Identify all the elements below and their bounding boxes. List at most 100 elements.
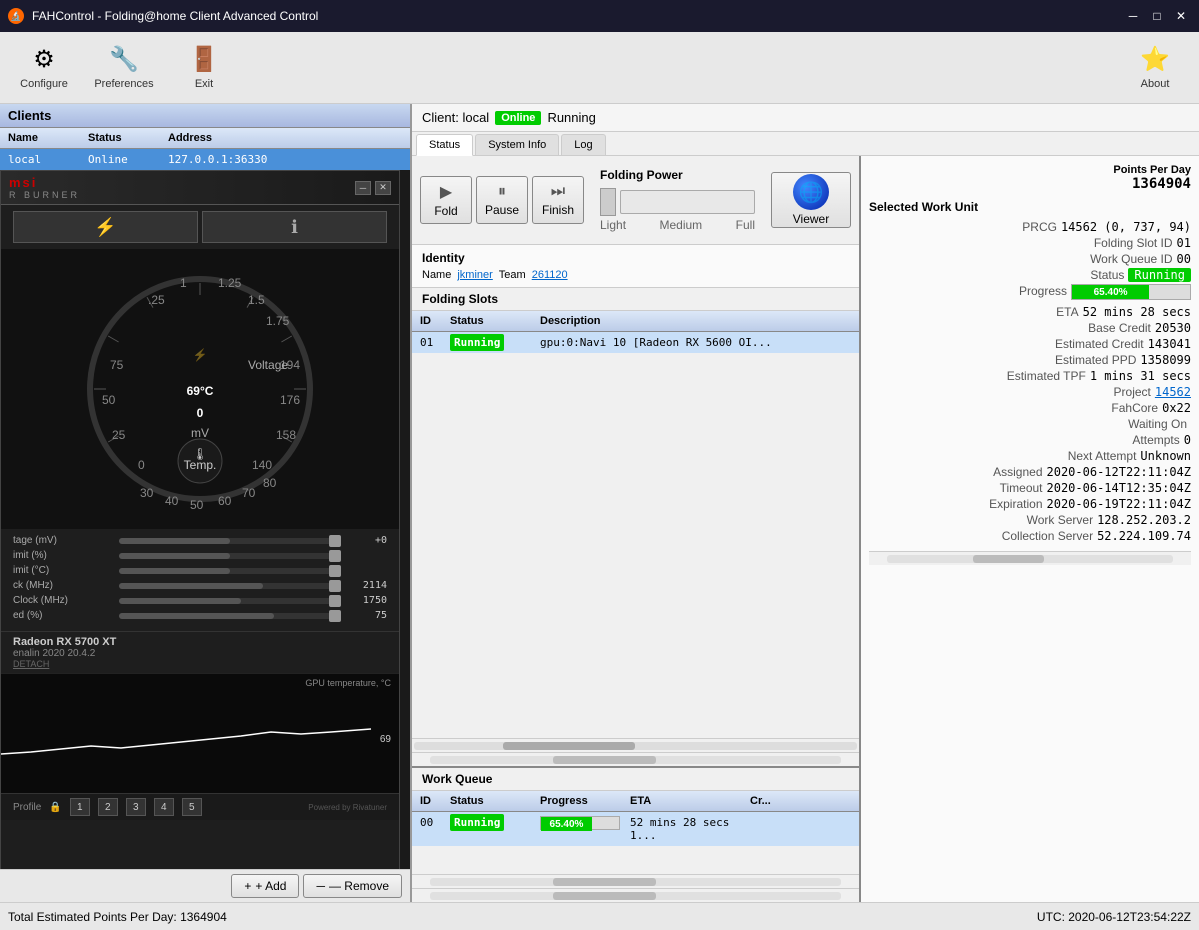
- label-waiting-on: Waiting On: [1067, 417, 1187, 431]
- add-button[interactable]: + + Add: [231, 874, 299, 898]
- tab-system-info[interactable]: System Info: [475, 134, 559, 155]
- pause-button[interactable]: ⏸ Pause: [476, 176, 528, 224]
- window-controls: ─ □ ✕: [1123, 6, 1191, 26]
- msi-close[interactable]: ✕: [375, 181, 391, 195]
- msi-slider-voltage-track[interactable]: [119, 538, 341, 544]
- msi-gauge-svg: ⚡ 75 50 25 0 194 176 158 140 .25 1 1.25: [80, 269, 320, 509]
- preferences-button[interactable]: 🔧 Preferences: [84, 36, 164, 100]
- msi-chart-label: GPU temperature, °C: [305, 678, 391, 688]
- detail-project: Project 14562: [869, 385, 1191, 399]
- wq-row[interactable]: 00 Running 65.40% 52 mins 28 secs 1...: [412, 812, 859, 846]
- msi-slider-memclock: Clock (MHz) 1750: [13, 595, 387, 606]
- msi-profile-2[interactable]: 2: [98, 798, 118, 816]
- col-address: Address: [164, 130, 406, 146]
- msi-slider-memclock-value: 1750: [347, 595, 387, 606]
- msi-info-btn[interactable]: ℹ: [202, 211, 387, 243]
- client-header-label: Client: local: [422, 110, 489, 125]
- detail-fahcore: FahCore 0x22: [869, 401, 1191, 415]
- msi-detach-link[interactable]: DETACH: [13, 659, 387, 669]
- remove-button[interactable]: ─ — Remove: [303, 874, 402, 898]
- msi-profile-4[interactable]: 4: [154, 798, 174, 816]
- maximize-button[interactable]: □: [1147, 6, 1167, 26]
- svg-text:50: 50: [102, 393, 116, 407]
- slots-scrollbar[interactable]: [412, 738, 859, 752]
- msi-profile-label: Profile: [13, 802, 41, 813]
- pause-label: Pause: [485, 203, 519, 217]
- msi-minimize[interactable]: ─: [355, 181, 371, 195]
- label-status: Status: [1004, 268, 1124, 282]
- msi-profile-5[interactable]: 5: [182, 798, 202, 816]
- power-slider[interactable]: [620, 190, 755, 214]
- col-name: Name: [4, 130, 84, 146]
- svg-text:.25: .25: [148, 293, 165, 307]
- points-per-day: Points Per Day 1364904: [869, 164, 1191, 192]
- svg-text:50: 50: [190, 498, 204, 509]
- msi-slider-powerlimit-track[interactable]: [119, 553, 341, 559]
- msi-slider-templimit: imit (°C): [13, 565, 387, 576]
- finish-icon: ⏭: [551, 183, 565, 201]
- viewer-globe-icon: 🌐: [793, 174, 829, 210]
- bottom-scrollbar[interactable]: [412, 888, 859, 902]
- msi-profile-3[interactable]: 3: [126, 798, 146, 816]
- pause-icon: ⏸: [498, 183, 506, 201]
- msi-slider-coreclock-track[interactable]: [119, 583, 341, 589]
- tab-status[interactable]: Status: [416, 134, 473, 156]
- value-folding-slot-id: 01: [1177, 236, 1191, 250]
- slot-row[interactable]: 01 Running gpu:0:Navi 10 [Radeon RX 5600…: [412, 332, 859, 353]
- msi-slider-memclock-label: Clock (MHz): [13, 595, 113, 606]
- configure-button[interactable]: ⚙ Configure: [4, 36, 84, 100]
- msi-slider-memclock-track[interactable]: [119, 598, 341, 604]
- titlebar: 🔬 FAHControl - Folding@home Client Advan…: [0, 0, 1199, 32]
- clients-header: Clients: [0, 104, 410, 128]
- msi-profile-bar: Profile 🔒 1 2 3 4 5 Powered by Rivatuner: [1, 793, 399, 820]
- tab-log[interactable]: Log: [561, 134, 605, 155]
- minimize-button[interactable]: ─: [1123, 6, 1143, 26]
- client-status: Online: [84, 151, 164, 168]
- msi-slider-fanspeed-track[interactable]: [119, 613, 341, 619]
- slots-col-id: ID: [416, 313, 446, 329]
- exit-button[interactable]: 🚪 Exit: [164, 36, 244, 100]
- about-icon: ⭐: [1140, 45, 1170, 74]
- msi-slider-templimit-track[interactable]: [119, 568, 341, 574]
- main-container: Clients Name Status Address local Online…: [0, 104, 1199, 902]
- finish-button[interactable]: ⏭ Finish: [532, 176, 584, 224]
- msi-chart: GPU temperature, °C 69: [1, 673, 399, 793]
- work-queue-title: Work Queue: [412, 768, 859, 791]
- wq-col-id: ID: [416, 793, 446, 809]
- add-label: + Add: [255, 879, 286, 893]
- label-project: Project: [1031, 385, 1151, 399]
- power-slider-thumb[interactable]: [600, 188, 616, 216]
- wq-col-eta: ETA: [626, 793, 746, 809]
- msi-slider-coreclock-label: ck (MHz): [13, 580, 113, 591]
- label-attempts: Attempts: [1060, 433, 1180, 447]
- viewer-button[interactable]: 🌐 Viewer: [771, 172, 851, 228]
- value-base-credit: 20530: [1155, 321, 1191, 335]
- power-label-medium: Medium: [660, 218, 703, 232]
- value-project[interactable]: 14562: [1155, 385, 1191, 399]
- close-button[interactable]: ✕: [1171, 6, 1191, 26]
- label-eta: ETA: [959, 305, 1079, 319]
- value-attempts: 0: [1184, 433, 1191, 447]
- msi-power-btn[interactable]: ⚡: [13, 211, 198, 243]
- identity-team-value[interactable]: 261120: [532, 269, 568, 281]
- add-icon: +: [244, 879, 251, 893]
- detail-work-server: Work Server 128.252.203.2: [869, 513, 1191, 527]
- client-row[interactable]: local Online 127.0.0.1:36330: [0, 149, 410, 170]
- detail-collection-server: Collection Server 52.224.109.74: [869, 529, 1191, 543]
- identity-name-value[interactable]: jkminer: [457, 269, 492, 281]
- slots-scrollbar-h[interactable]: [412, 752, 859, 766]
- msi-overlay: msi R BURNER ─ ✕ ⚡ ℹ: [0, 170, 410, 869]
- client-address: 127.0.0.1:36330: [164, 151, 406, 168]
- value-estimated-credit: 143041: [1148, 337, 1191, 351]
- wq-scrollbar[interactable]: [412, 874, 859, 888]
- window-title: FAHControl - Folding@home Client Advance…: [32, 9, 1123, 23]
- about-button[interactable]: ⭐ About: [1115, 36, 1195, 100]
- left-panel: Clients Name Status Address local Online…: [0, 104, 412, 902]
- msi-profile-1[interactable]: 1: [70, 798, 90, 816]
- slots-col-status: Status: [446, 313, 536, 329]
- msi-window: msi R BURNER ─ ✕ ⚡ ℹ: [0, 170, 400, 869]
- svg-text:Temp.: Temp.: [184, 458, 217, 472]
- fold-button[interactable]: ▶ Fold: [420, 176, 472, 224]
- msi-sliders: tage (mV) +0 imit (%): [1, 529, 399, 631]
- details-scrollbar[interactable]: [869, 551, 1191, 565]
